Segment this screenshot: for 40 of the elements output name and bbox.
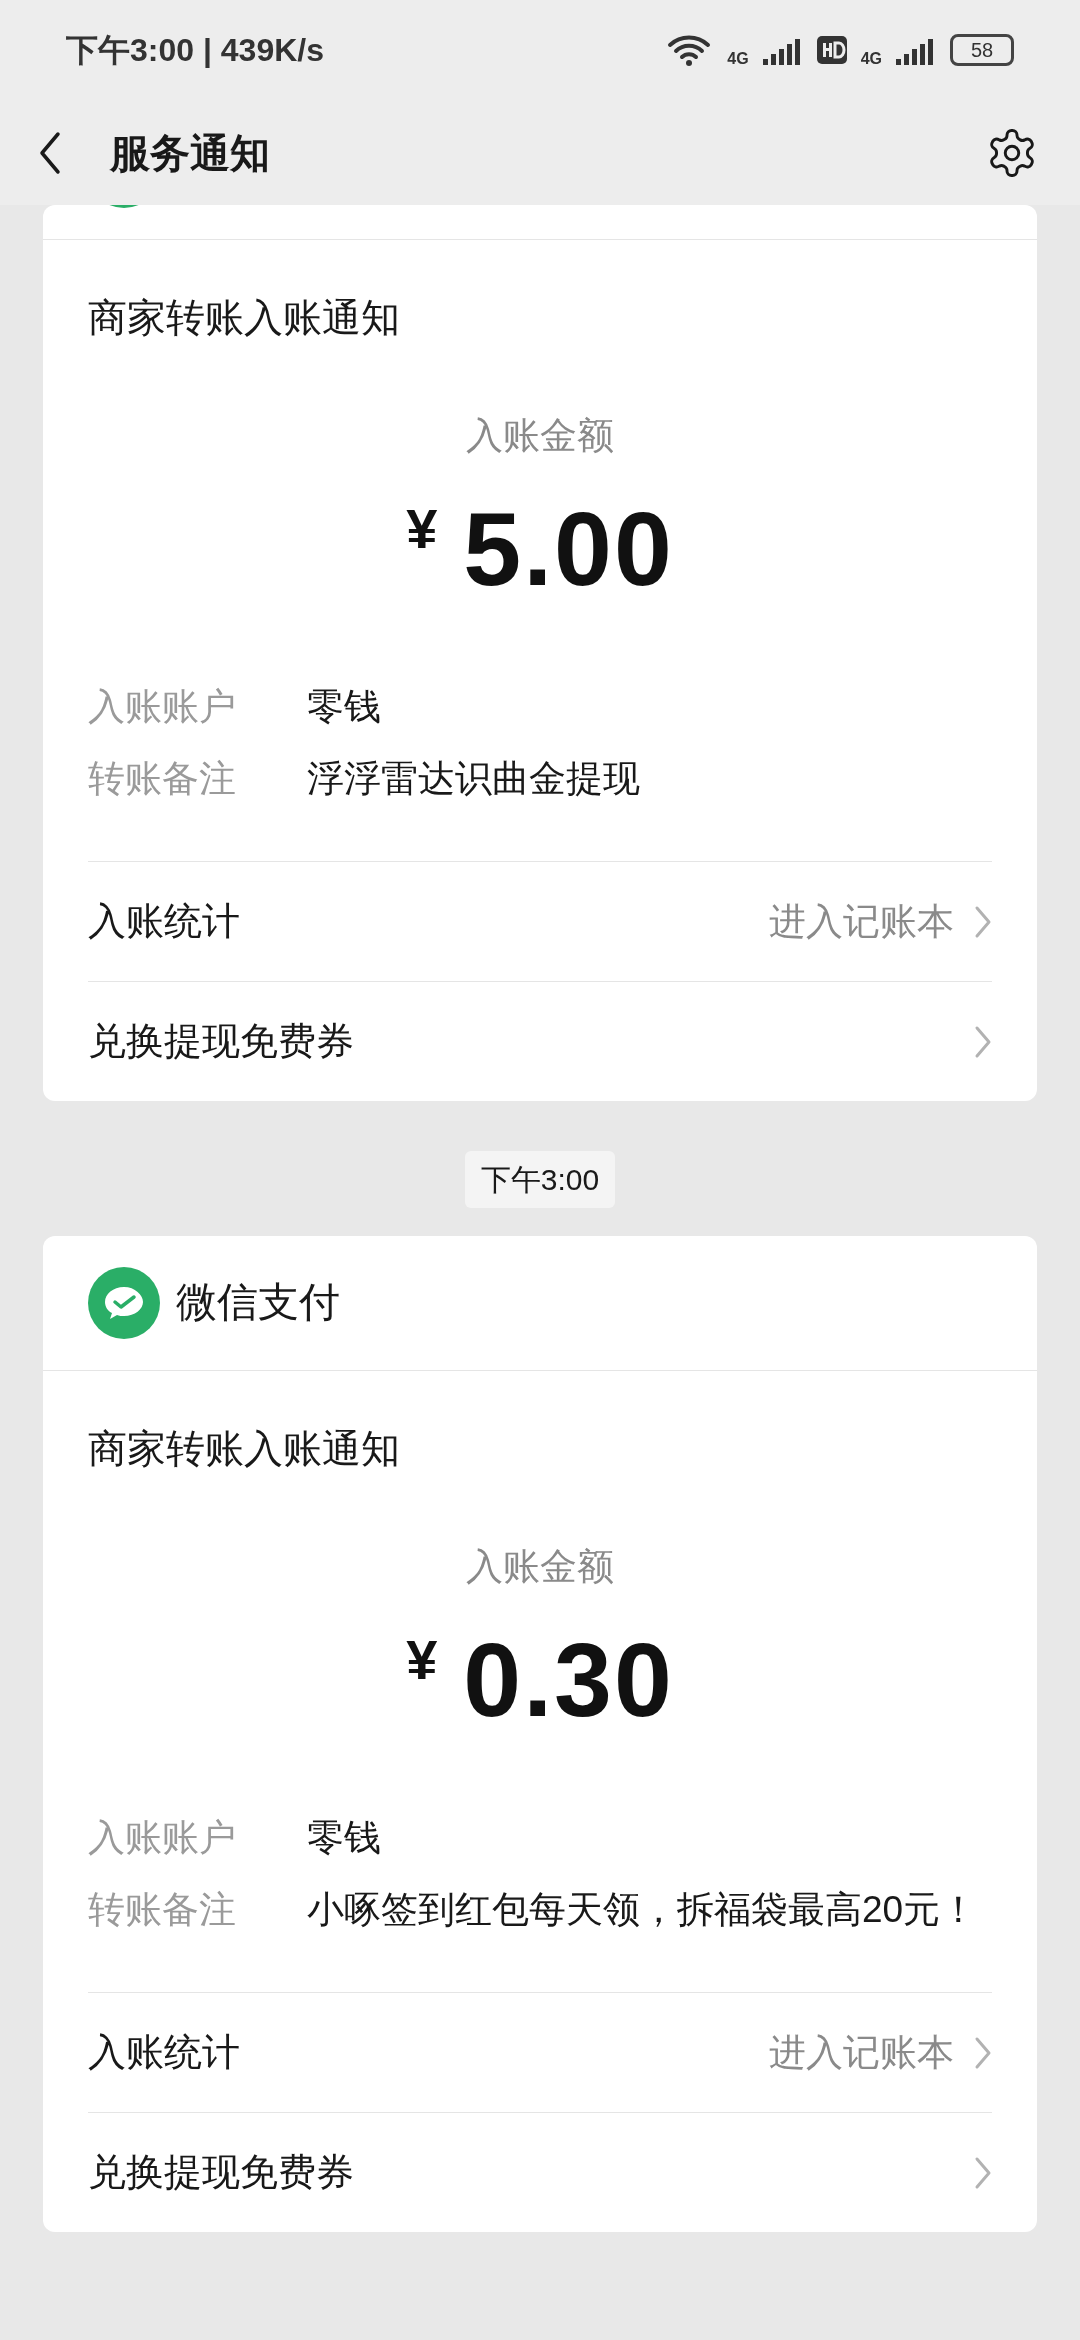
chevron-right-icon <box>974 2035 992 2070</box>
notification-title: 商家转账入账通知 <box>88 296 400 339</box>
link-row[interactable]: 入账统计 进入记账本 <box>88 1992 992 2112</box>
field-value: 小啄签到红包每天领，拆福袋最高20元！ <box>307 1888 979 1932</box>
notification-title: 商家转账入账通知 <box>88 1427 400 1470</box>
currency-symbol: ¥ <box>406 1627 438 1693</box>
link-label: 入账统计 <box>88 2030 241 2075</box>
field-label: 入账账户 <box>88 1816 237 1860</box>
timestamp: 下午3:00 <box>464 1151 616 1208</box>
chevron-right-icon <box>974 904 992 939</box>
amount-label: 入账金额 <box>466 1545 614 1589</box>
link-label: 入账统计 <box>88 899 241 944</box>
link-row[interactable]: 兑换提现免费券 <box>88 2112 992 2232</box>
link-row[interactable]: 入账统计 进入记账本 <box>88 861 992 981</box>
status-time: 下午3:00 | 439K/s <box>66 31 325 70</box>
link-row[interactable]: 兑换提现免费券 <box>88 981 992 1101</box>
chevron-right-icon <box>974 2155 992 2190</box>
link-label: 兑换提现免费券 <box>88 2150 355 2195</box>
page-title: 服务通知 <box>110 129 271 177</box>
amount-value: 0.30 <box>463 1621 674 1740</box>
amount-value: 5.00 <box>463 490 674 609</box>
field-value: 浮浮雷达识曲金提现 <box>307 757 641 801</box>
currency-symbol: ¥ <box>406 496 438 562</box>
amount-label: 入账金额 <box>466 414 614 458</box>
link-detail: 进入记账本 <box>769 2030 954 2075</box>
field-value: 零钱 <box>307 685 382 729</box>
back-icon <box>38 130 62 175</box>
network-type: 4G <box>860 49 882 69</box>
hd-icon <box>816 36 847 64</box>
app-name: 微信支付 <box>176 1278 340 1328</box>
chat-check-icon <box>88 1267 160 1339</box>
field-value: 零钱 <box>307 1816 382 1860</box>
link-detail: 进入记账本 <box>769 899 954 944</box>
field-label: 入账账户 <box>88 685 237 729</box>
battery-indicator: 58 <box>950 34 1014 66</box>
link-label: 兑换提现免费券 <box>88 1019 355 1064</box>
field-label: 转账备注 <box>88 757 237 801</box>
network-type: 4G <box>727 49 749 69</box>
field-label: 转账备注 <box>88 1888 237 1932</box>
chevron-right-icon <box>974 1024 992 1059</box>
